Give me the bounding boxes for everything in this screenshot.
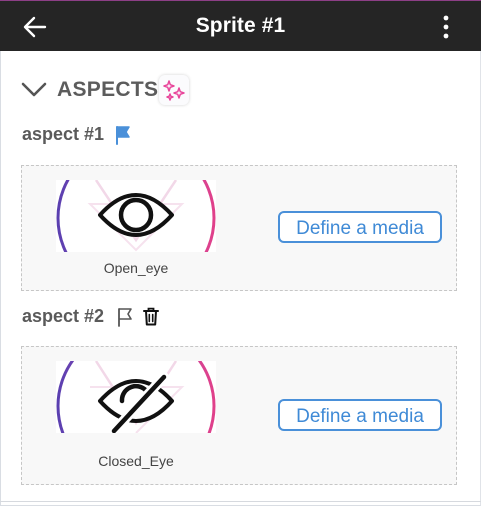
open-eye-image — [56, 180, 216, 252]
aspect-2-title: aspect #2 — [22, 306, 105, 326]
page-title: Sprite #1 — [195, 14, 286, 37]
define-media-button-1[interactable]: Define a media — [278, 211, 442, 243]
define-media-button-2[interactable]: Define a media — [278, 399, 442, 431]
flag-filled-icon[interactable] — [114, 125, 132, 145]
aspect-1-card: Open_eye Define a media — [21, 165, 457, 291]
aspect-2-thumbnail[interactable] — [56, 361, 216, 433]
generate-aspects-button[interactable] — [159, 75, 189, 105]
closed-eye-image — [56, 361, 216, 433]
chevron-down-icon[interactable] — [21, 81, 47, 99]
aspect-2-card: Closed_Eye Define a media — [21, 346, 457, 485]
flag-outline-icon[interactable] — [116, 307, 134, 327]
top-bar: Sprite #1 — [0, 0, 481, 51]
sparkles-icon — [163, 80, 185, 101]
bottom-divider — [0, 501, 481, 502]
aspect-1-thumbnail[interactable] — [56, 180, 216, 252]
more-menu-icon[interactable] — [438, 14, 454, 40]
aspect-1-title: aspect #1 — [22, 124, 105, 144]
aspect-1-caption: Open_eye — [103, 260, 169, 276]
aspect-2-caption: Closed_Eye — [98, 453, 174, 469]
aspects-section-header[interactable]: ASPECTS — [21, 75, 201, 105]
section-title: ASPECTS — [57, 78, 159, 101]
trash-icon[interactable] — [143, 307, 159, 326]
